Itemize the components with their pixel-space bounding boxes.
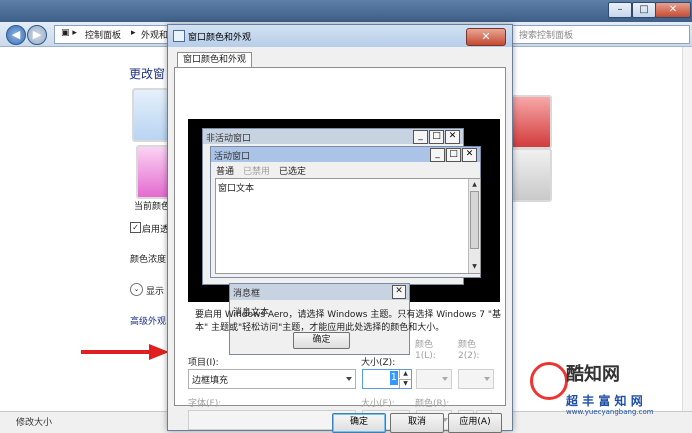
color-swatch[interactable] xyxy=(136,145,170,199)
minimize-icon: _ xyxy=(413,130,428,144)
breadcrumb-separator-icon: ▸ xyxy=(131,28,136,38)
dialog-titlebar: 窗口颜色和外观 ✕ xyxy=(168,25,512,47)
color1-label: 颜色 1(L): xyxy=(415,340,436,361)
ok-button[interactable]: 确定 xyxy=(332,413,386,433)
size-label: 大小(Z): xyxy=(361,358,396,368)
appearance-preview[interactable]: 非活动窗口 _□✕ 活动窗口 _□✕ 普通 已禁用 已选定 窗口文本 ▲ xyxy=(188,119,500,355)
dropdown-arrow-icon xyxy=(346,377,352,381)
font-dropdown[interactable] xyxy=(188,410,356,430)
font-label: 字体(F): xyxy=(188,399,222,409)
transparency-checkbox[interactable]: ✓ xyxy=(130,222,141,233)
red-arrow-icon xyxy=(81,344,169,360)
forward-button[interactable]: ▶ xyxy=(27,25,47,45)
dropdown-arrow-icon xyxy=(442,377,448,381)
minimize-icon: _ xyxy=(430,148,445,162)
maximize-icon: □ xyxy=(446,148,461,162)
control-panel-titlebar: – □ ✕ xyxy=(0,0,692,22)
window-text: 窗口文本 xyxy=(218,184,255,194)
watermark-text: 酷知网 xyxy=(566,364,620,385)
close-button[interactable]: ✕ xyxy=(655,2,691,18)
tab-panel: 非活动窗口 _□✕ 活动窗口 _□✕ 普通 已禁用 已选定 窗口文本 ▲ xyxy=(174,67,506,430)
active-window-title: 活动窗口 xyxy=(214,152,251,162)
status-text: 修改大小 xyxy=(16,418,53,428)
color2-picker[interactable] xyxy=(458,369,494,389)
maximize-icon: □ xyxy=(429,130,444,144)
preview-menubar: 普通 已禁用 已选定 xyxy=(211,163,480,177)
cancel-button[interactable]: 取消 xyxy=(390,413,444,433)
menu-item-disabled[interactable]: 已禁用 xyxy=(243,164,270,177)
size-spinner[interactable]: 1 ▲ ▼ xyxy=(362,369,412,389)
watermark: 酷知网 超 丰 富 知 网 www.yuecyangbang.com xyxy=(530,352,690,422)
spin-up-icon[interactable]: ▲ xyxy=(399,370,411,378)
aero-hint-text: 要启用 Windows Aero，请选择 Windows 主题。只有选择 Win… xyxy=(195,310,501,333)
close-icon: ✕ xyxy=(445,130,460,144)
dialog-close-button[interactable]: ✕ xyxy=(466,28,506,46)
color-intensity-label: 颜色浓度 xyxy=(130,255,167,265)
active-window-titlebar[interactable]: 活动窗口 _ □ ✕ xyxy=(211,147,480,162)
page-title: 更改窗 xyxy=(129,67,166,81)
window-icon xyxy=(173,30,185,42)
item-label: 项目(I): xyxy=(188,358,219,368)
expand-mixer-icon[interactable]: ⌄ xyxy=(130,283,143,296)
watermark-subtext: 超 丰 富 知 网 xyxy=(566,394,643,408)
show-mixer-label: 显示 xyxy=(146,287,165,297)
dropdown-arrow-icon xyxy=(484,377,490,381)
minimize-button[interactable]: – xyxy=(608,2,632,18)
back-button[interactable]: ◀ xyxy=(6,25,26,45)
window-color-dialog: 窗口颜色和外观 ✕ 窗口颜色和外观 非活动窗口 _ □ ✕ 活动窗口 _ □ ✕ 普通 … xyxy=(167,24,513,433)
item-value: 边框填充 xyxy=(192,376,229,386)
scroll-thumb[interactable] xyxy=(470,191,479,249)
message-box-titlebar[interactable]: 消息框 ✕ xyxy=(230,284,409,300)
scroll-up-icon: ▲ xyxy=(472,181,477,188)
message-box-title: 消息框 xyxy=(233,289,261,299)
inactive-window-title: 非活动窗口 xyxy=(206,134,252,144)
inactive-window-titlebar[interactable]: 非活动窗口 _ □ ✕ xyxy=(203,129,463,144)
font-size-label: 大小(E): xyxy=(361,399,395,409)
search-input[interactable]: 搜索控制面板 xyxy=(512,25,690,44)
color1-picker[interactable] xyxy=(416,369,452,389)
apply-button[interactable]: 应用(A) xyxy=(448,413,502,433)
window-text-area[interactable]: 窗口文本 ▲ ▼ xyxy=(215,178,481,274)
maximize-button[interactable]: □ xyxy=(632,2,656,18)
dialog-title: 窗口颜色和外观 xyxy=(188,33,252,43)
color-swatch[interactable] xyxy=(508,148,552,202)
watermark-logo-icon xyxy=(530,362,568,400)
breadcrumb-appearance[interactable]: 外观和 xyxy=(141,28,168,41)
item-dropdown[interactable]: 边框填充 xyxy=(188,369,356,389)
transparency-label: 启用透 xyxy=(142,225,170,235)
scroll-down-icon: ▼ xyxy=(472,263,477,270)
current-color-label: 当前颜色 xyxy=(134,202,171,212)
close-icon: ✕ xyxy=(462,148,477,162)
menu-item-selected[interactable]: 已选定 xyxy=(279,164,306,177)
search-placeholder: 搜索控制面板 xyxy=(519,31,574,41)
size-value[interactable]: 1 xyxy=(389,371,398,385)
folder-icon: ▣ ▸ xyxy=(61,28,77,38)
menu-item-normal[interactable]: 普通 xyxy=(216,164,234,177)
preview-scrollbar[interactable]: ▲ ▼ xyxy=(468,179,480,273)
color-swatch[interactable] xyxy=(508,95,552,149)
watermark-url: www.yuecyangbang.com xyxy=(566,408,654,416)
color2-label: 颜色 2(2): xyxy=(458,340,480,361)
spin-down-icon[interactable]: ▼ xyxy=(399,379,411,388)
active-window-preview[interactable]: 活动窗口 _ □ ✕ 普通 已禁用 已选定 窗口文本 ▲ ▼ xyxy=(210,146,481,278)
close-icon: ✕ xyxy=(392,285,406,299)
advanced-settings-link[interactable]: 高级外观 xyxy=(130,314,166,327)
breadcrumb-control-panel[interactable]: 控制面板 xyxy=(85,28,121,41)
font-color-label: 颜色(R): xyxy=(415,399,450,409)
